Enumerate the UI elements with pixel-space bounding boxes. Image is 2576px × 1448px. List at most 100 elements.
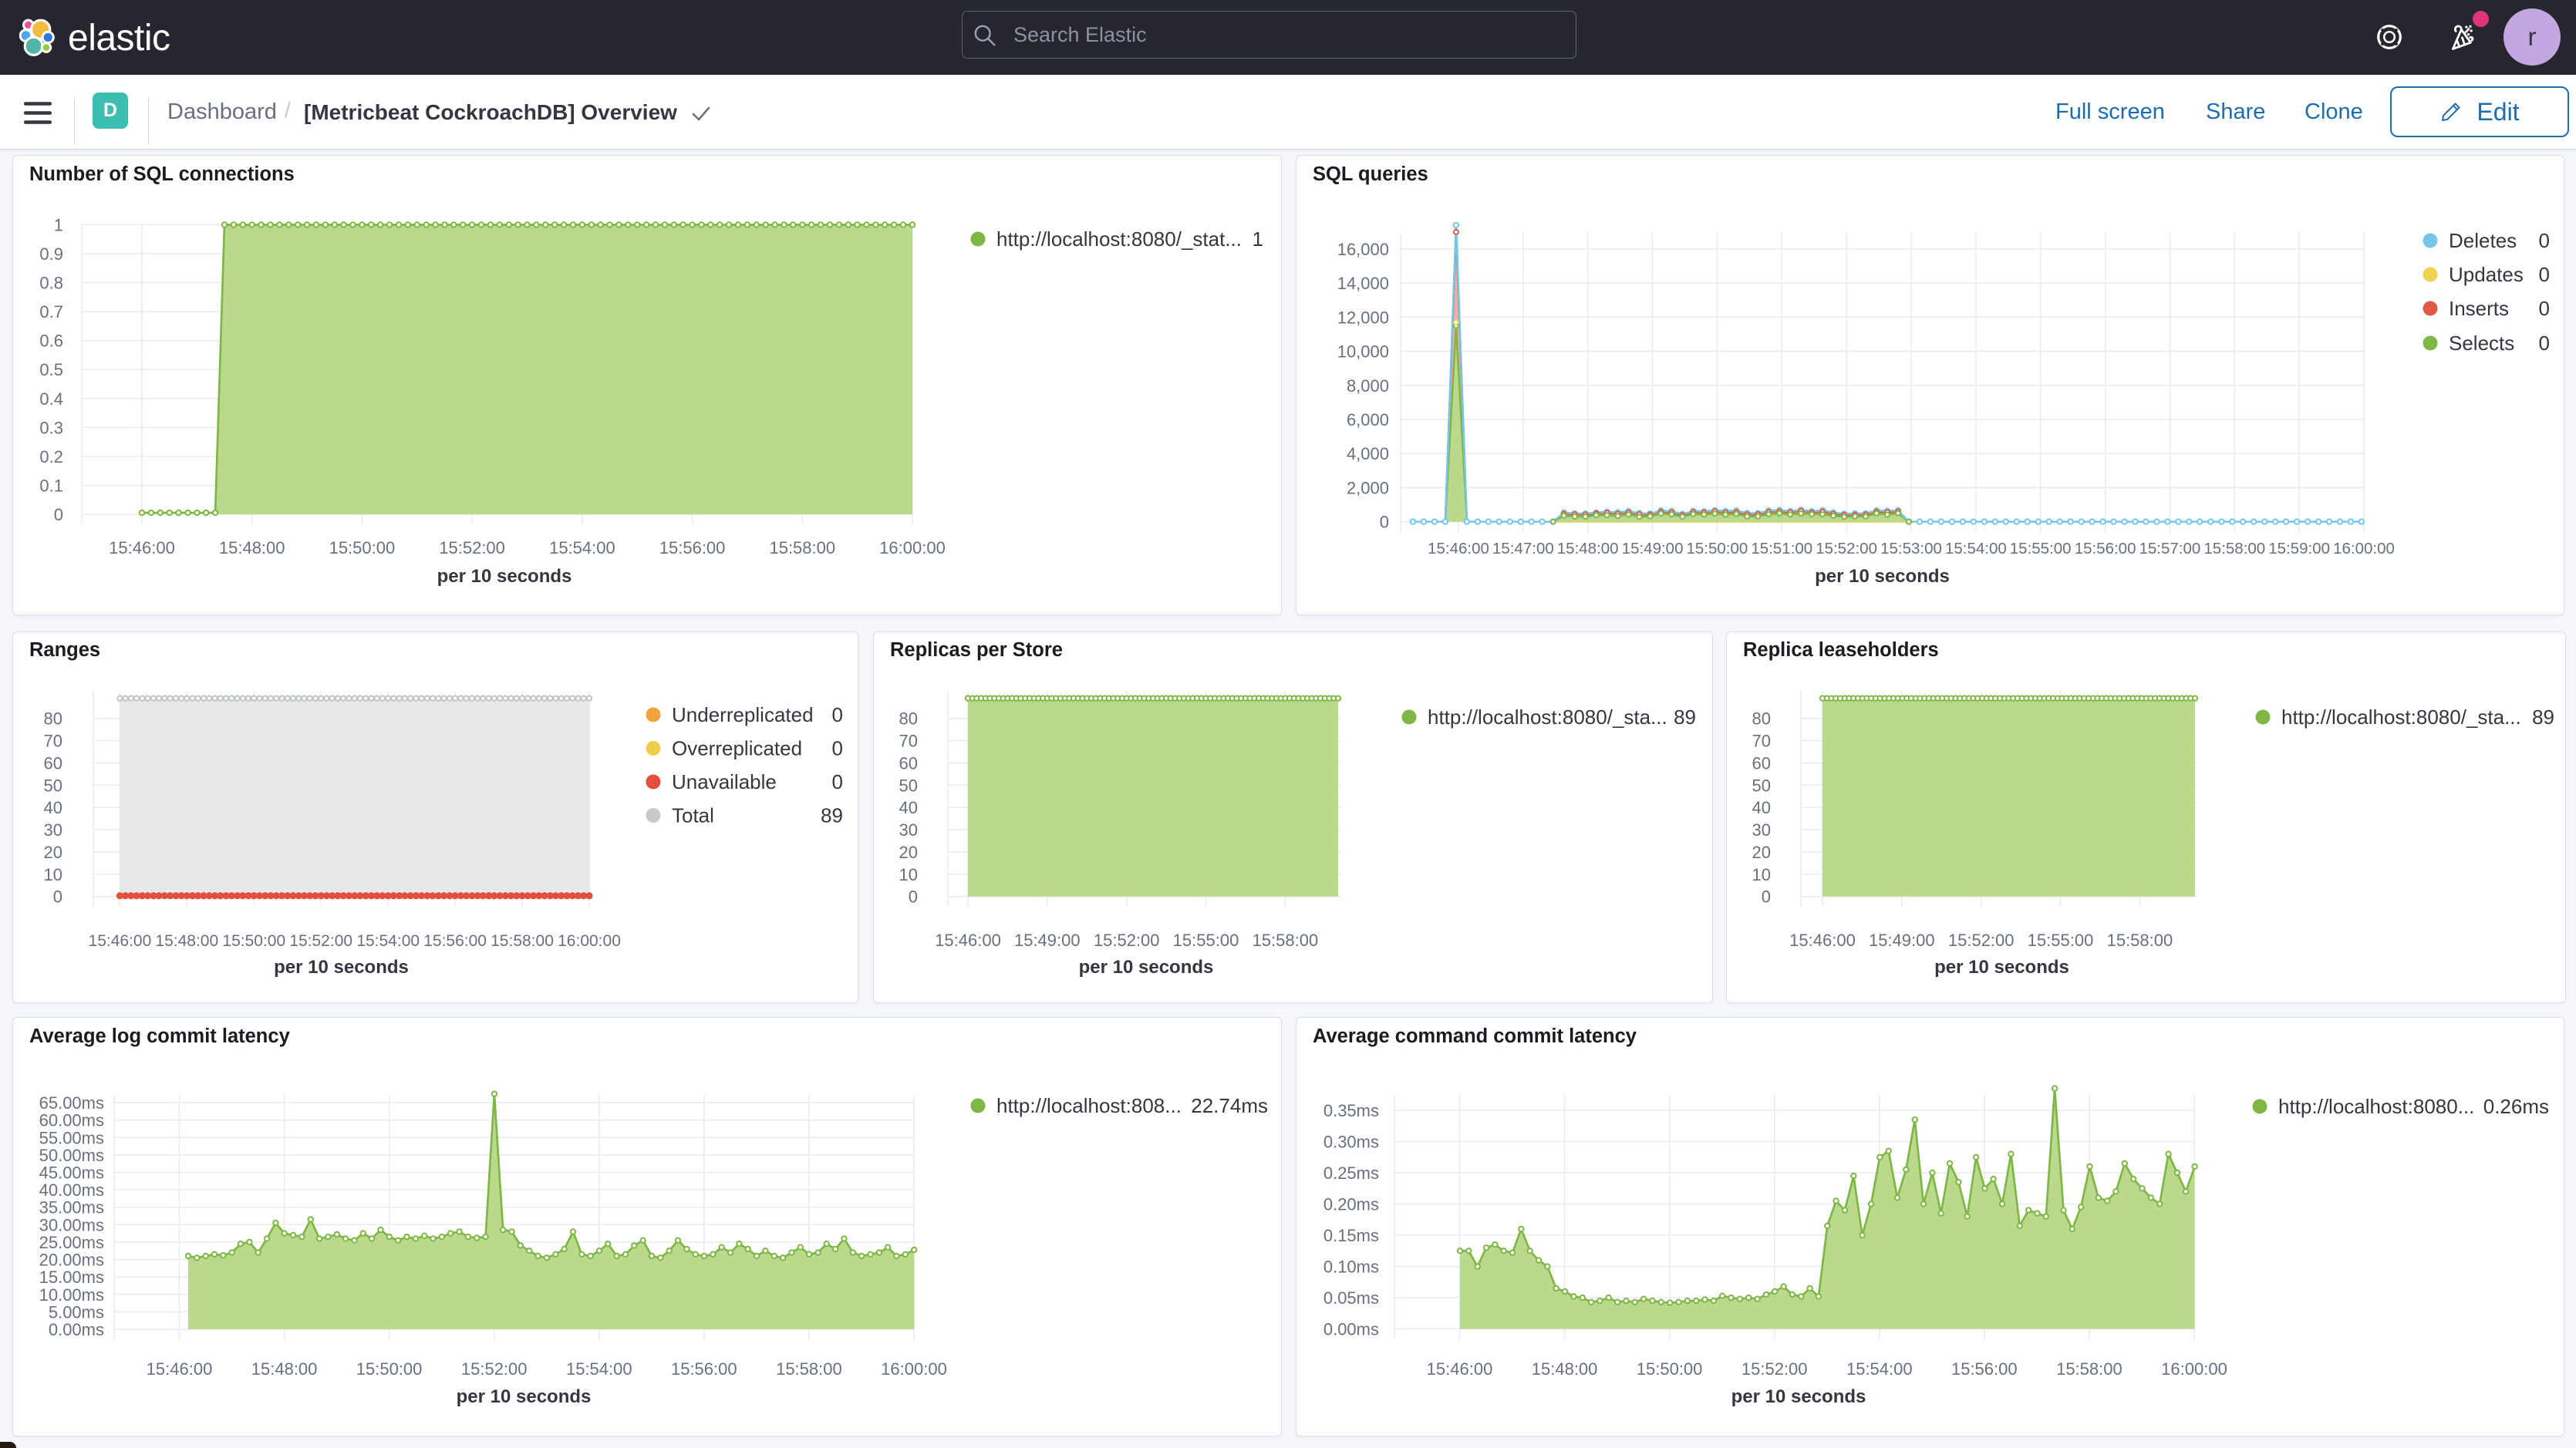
svg-text:0.00ms: 0.00ms (1323, 1320, 1379, 1339)
svg-text:22.74ms: 22.74ms (1191, 1094, 1268, 1117)
svg-text:50: 50 (899, 776, 918, 795)
svg-text:0.15ms: 0.15ms (1323, 1226, 1379, 1245)
svg-text:20: 20 (44, 843, 62, 862)
svg-text:Selects: Selects (2449, 332, 2514, 355)
svg-text:5.00ms: 5.00ms (49, 1302, 104, 1322)
svg-text:10: 10 (44, 865, 62, 884)
svg-text:20.00ms: 20.00ms (39, 1251, 104, 1270)
svg-text:15:47:00: 15:47:00 (1492, 540, 1554, 557)
svg-text:0: 0 (53, 887, 62, 907)
svg-text:per 10 seconds: per 10 seconds (1731, 1386, 1866, 1407)
svg-text:0.25ms: 0.25ms (1323, 1163, 1379, 1183)
svg-text:0.7: 0.7 (39, 302, 63, 322)
svg-text:30: 30 (899, 820, 918, 840)
svg-text:15:52:00: 15:52:00 (439, 538, 505, 557)
svg-text:15:50:00: 15:50:00 (1686, 540, 1748, 557)
svg-text:89: 89 (821, 804, 843, 827)
svg-text:Replicas per Store: Replicas per Store (890, 639, 1063, 661)
svg-text:15:48:00: 15:48:00 (219, 538, 285, 557)
svg-text:Replica leaseholders: Replica leaseholders (1743, 639, 1939, 661)
svg-text:10.00ms: 10.00ms (39, 1285, 104, 1305)
svg-text:15:46:00: 15:46:00 (1789, 931, 1856, 950)
svg-text:50.00ms: 50.00ms (39, 1146, 104, 1165)
svg-text:15:50:00: 15:50:00 (1637, 1359, 1703, 1379)
svg-text:0.05ms: 0.05ms (1323, 1288, 1379, 1308)
svg-text:20: 20 (899, 843, 918, 862)
svg-text:70: 70 (899, 732, 918, 751)
svg-text:0: 0 (832, 703, 843, 726)
svg-text:50: 50 (1752, 776, 1771, 795)
svg-text:0: 0 (1762, 887, 1771, 907)
svg-text:15:53:00: 15:53:00 (1880, 540, 1942, 557)
svg-text:10: 10 (899, 865, 918, 884)
svg-text:30: 30 (44, 820, 62, 840)
svg-text:40: 40 (44, 798, 62, 817)
svg-text:15:49:00: 15:49:00 (1014, 931, 1081, 950)
svg-text:15:48:00: 15:48:00 (155, 932, 218, 950)
svg-text:SQL queries: SQL queries (1313, 163, 1428, 185)
svg-text:70: 70 (44, 732, 62, 751)
svg-text:60.00ms: 60.00ms (39, 1111, 104, 1130)
svg-text:0.6: 0.6 (39, 332, 63, 351)
svg-text:15:54:00: 15:54:00 (1945, 540, 2007, 557)
svg-text:0: 0 (832, 770, 843, 793)
svg-text:0: 0 (909, 887, 918, 907)
svg-text:1: 1 (1253, 227, 1263, 251)
svg-text:15:46:00: 15:46:00 (935, 931, 1001, 950)
svg-text:8,000: 8,000 (1347, 376, 1389, 396)
svg-text:15:54:00: 15:54:00 (566, 1359, 632, 1379)
svg-text:Number of SQL connections: Number of SQL connections (29, 163, 295, 185)
svg-text:15:46:00: 15:46:00 (147, 1359, 213, 1379)
svg-text:0.9: 0.9 (39, 244, 63, 264)
svg-text:16:00:00: 16:00:00 (2333, 540, 2395, 557)
svg-text:2,000: 2,000 (1347, 478, 1389, 497)
svg-text:0: 0 (1380, 513, 1389, 532)
svg-text:0: 0 (2539, 229, 2550, 252)
svg-text:http://localhost:8080/_stat...: http://localhost:8080/_stat... (996, 227, 1242, 251)
svg-text:15:48:00: 15:48:00 (251, 1359, 318, 1379)
svg-text:http://localhost:8080/_sta...: http://localhost:8080/_sta... (2281, 705, 2521, 729)
svg-text:15:58:00: 15:58:00 (769, 538, 835, 557)
svg-text:per 10 seconds: per 10 seconds (457, 1386, 592, 1407)
svg-text:16:00:00: 16:00:00 (558, 932, 621, 950)
svg-text:16:00:00: 16:00:00 (881, 1359, 947, 1379)
svg-text:Average command commit latency: Average command commit latency (1313, 1025, 1637, 1047)
svg-text:0: 0 (54, 505, 63, 524)
svg-text:80: 80 (899, 709, 918, 729)
svg-text:0: 0 (2539, 332, 2550, 355)
svg-text:per 10 seconds: per 10 seconds (1815, 566, 1950, 587)
svg-text:Underreplicated: Underreplicated (672, 703, 814, 726)
svg-text:6,000: 6,000 (1347, 410, 1389, 429)
svg-text:15:52:00: 15:52:00 (1741, 1359, 1808, 1379)
svg-text:15:46:00: 15:46:00 (1427, 1359, 1493, 1379)
svg-text:70: 70 (1752, 732, 1771, 751)
svg-text:0.00ms: 0.00ms (49, 1320, 104, 1339)
svg-text:http://localhost:8080...: http://localhost:8080... (2278, 1095, 2474, 1118)
svg-text:55.00ms: 55.00ms (39, 1128, 104, 1147)
svg-text:15:50:00: 15:50:00 (356, 1359, 423, 1379)
svg-text:4,000: 4,000 (1347, 444, 1389, 463)
svg-text:80: 80 (1752, 709, 1771, 729)
svg-text:http://localhost:808...: http://localhost:808... (996, 1094, 1182, 1117)
svg-text:15:58:00: 15:58:00 (2203, 540, 2265, 557)
svg-text:Total: Total (672, 804, 714, 827)
svg-text:0.30ms: 0.30ms (1323, 1133, 1379, 1152)
svg-text:0.35ms: 0.35ms (1323, 1101, 1379, 1120)
svg-text:15:54:00: 15:54:00 (1846, 1359, 1913, 1379)
svg-text:40: 40 (1752, 798, 1771, 817)
svg-text:15:46:00: 15:46:00 (109, 538, 175, 557)
svg-text:60: 60 (1752, 753, 1771, 773)
svg-text:10: 10 (1752, 865, 1771, 884)
svg-text:0.3: 0.3 (39, 418, 63, 437)
svg-text:15:49:00: 15:49:00 (1869, 931, 1935, 950)
svg-text:60: 60 (44, 753, 62, 773)
svg-text:89: 89 (2532, 705, 2554, 729)
svg-text:1: 1 (54, 216, 63, 235)
svg-text:15:51:00: 15:51:00 (1751, 540, 1812, 557)
svg-text:16,000: 16,000 (1337, 240, 1389, 259)
svg-text:30: 30 (1752, 820, 1771, 840)
svg-text:15:56:00: 15:56:00 (1951, 1359, 2018, 1379)
svg-text:Overreplicated: Overreplicated (672, 737, 802, 760)
svg-text:0: 0 (2539, 297, 2550, 320)
svg-text:per 10 seconds: per 10 seconds (274, 957, 409, 978)
